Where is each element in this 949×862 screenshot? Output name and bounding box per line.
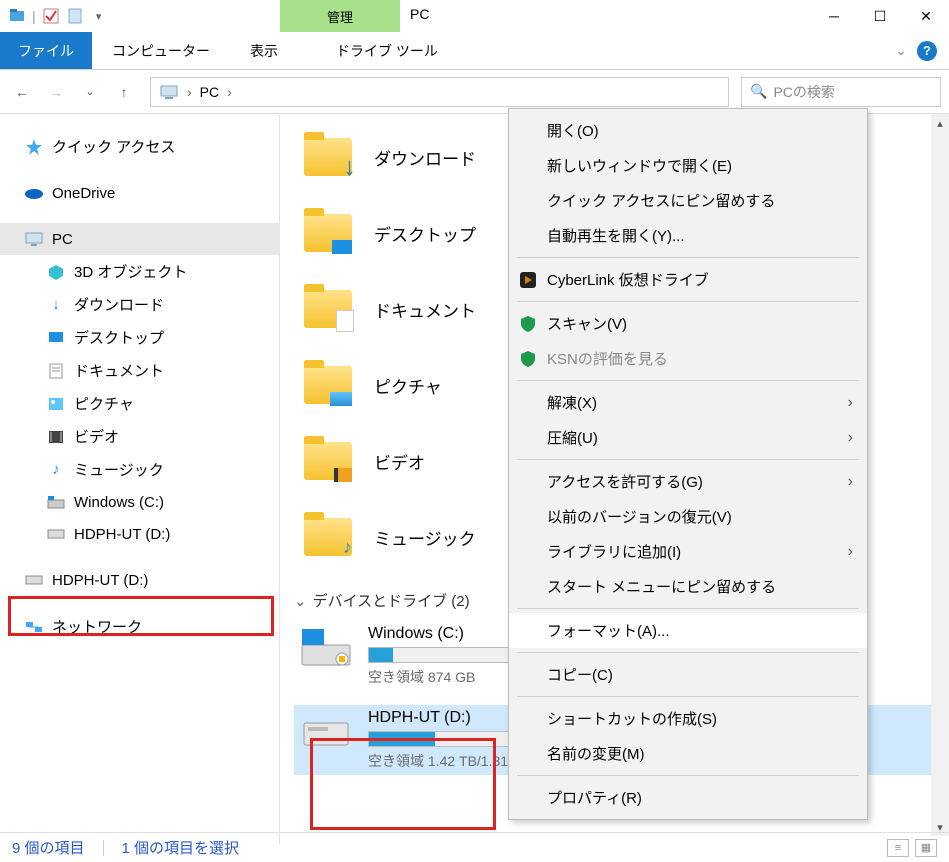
view-icons-button[interactable]: ▦ (915, 839, 937, 857)
ctx-ksn[interactable]: KSNの評価を見る (509, 341, 867, 376)
ctx-compress[interactable]: 圧縮(U)› (509, 420, 867, 455)
chevron-right-icon: › (848, 429, 853, 447)
forward-button[interactable]: → (42, 78, 70, 106)
pictures-icon (46, 394, 66, 414)
video-overlay-icon (334, 468, 352, 482)
ctx-pin-quick-access[interactable]: クイック アクセスにピン留めする (509, 183, 867, 218)
chevron-right-icon: › (848, 543, 853, 561)
shield-green-icon (519, 315, 537, 333)
ctx-pin-start[interactable]: スタート メニューにピン留めする (509, 569, 867, 604)
ctx-thaw[interactable]: 解凍(X)› (509, 385, 867, 420)
ctx-format[interactable]: フォーマット(A)... (509, 613, 867, 648)
tree-quick-access[interactable]: クイック アクセス (0, 130, 279, 163)
music-icon: ♪ (46, 460, 66, 480)
tree-3d-objects[interactable]: 3D オブジェクト (0, 255, 279, 288)
videos-icon (46, 427, 66, 447)
qat-doc-icon[interactable] (66, 7, 84, 25)
tree-drive-c[interactable]: Windows (C:) (0, 486, 279, 518)
qat-overflow-icon[interactable]: ▾ (90, 7, 108, 25)
quick-access-icon (24, 137, 44, 157)
ctx-copy[interactable]: コピー(C) (509, 657, 867, 692)
ctx-new-window[interactable]: 新しいウィンドウで開く(E) (509, 148, 867, 183)
navigation-pane: クイック アクセス OneDrive PC 3D オブジェクト ↓ダウンロード … (0, 114, 280, 844)
ctx-properties[interactable]: プロパティ(R) (509, 780, 867, 815)
shield-green-icon (519, 350, 537, 368)
chevron-right-icon: › (848, 473, 853, 491)
chevron-right-icon: › (848, 394, 853, 412)
view-details-button[interactable]: ≡ (887, 839, 909, 857)
scroll-up-icon[interactable]: ▴ (931, 114, 949, 132)
status-bar: 9 個の項目 1 個の項目を選択 ≡ ▦ (0, 832, 949, 862)
drive-icon (46, 524, 66, 544)
ribbon-tab-computer[interactable]: コンピューター (92, 32, 230, 69)
tree-network[interactable]: ネットワーク (0, 610, 279, 643)
vertical-scrollbar[interactable]: ▴ ▾ (931, 114, 949, 836)
tree-drive-d[interactable]: HDPH-UT (D:) (0, 564, 279, 596)
maximize-button[interactable]: ☐ (857, 0, 903, 32)
chevron-down-icon: ⌄ (294, 592, 307, 610)
ctx-open[interactable]: 開く(O) (509, 113, 867, 148)
tree-desktop[interactable]: デスクトップ (0, 321, 279, 354)
ctx-autoplay[interactable]: 自動再生を開く(Y)... (509, 218, 867, 253)
music-overlay-icon: ♪ (343, 537, 352, 558)
pc-icon (159, 82, 179, 102)
tree-pictures[interactable]: ピクチャ (0, 387, 279, 420)
search-placeholder: PCの検索 (773, 82, 834, 102)
minimize-button[interactable]: ─ (811, 0, 857, 32)
close-button[interactable]: ✕ (903, 0, 949, 32)
titlebar: | ▾ 管理 PC ─ ☐ ✕ (0, 0, 949, 32)
ribbon-expand-icon[interactable]: ⌄ (895, 42, 907, 59)
ribbon-tab-view[interactable]: 表示 (230, 32, 298, 69)
recent-locations-button[interactable]: ⌄ (76, 78, 104, 106)
drive-icon (24, 570, 44, 590)
ribbon-tab-file[interactable]: ファイル (0, 32, 92, 69)
download-icon: ↓ (46, 295, 66, 315)
address-bar[interactable]: › PC › (150, 77, 729, 107)
tree-onedrive[interactable]: OneDrive (0, 177, 279, 209)
tree-downloads[interactable]: ↓ダウンロード (0, 288, 279, 321)
ctx-add-library[interactable]: ライブラリに追加(I)› (509, 534, 867, 569)
tree-documents[interactable]: ドキュメント (0, 354, 279, 387)
explorer-icon (8, 7, 26, 25)
document-overlay-icon (336, 310, 354, 332)
cyberlink-icon (519, 271, 537, 289)
status-item-count: 9 個の項目 (12, 837, 85, 858)
network-icon (24, 617, 44, 637)
3d-icon (46, 262, 66, 282)
desktop-overlay-icon (332, 240, 352, 254)
ctx-cyberlink[interactable]: CyberLink 仮想ドライブ (509, 262, 867, 297)
tree-videos[interactable]: ビデオ (0, 420, 279, 453)
desktop-icon (46, 328, 66, 348)
window-title: PC (410, 6, 429, 22)
ctx-create-shortcut[interactable]: ショートカットの作成(S) (509, 701, 867, 736)
search-box[interactable]: 🔍 PCの検索 (741, 77, 941, 107)
status-selected-count: 1 個の項目を選択 (122, 837, 240, 858)
drive-d-large-icon (298, 709, 354, 753)
help-icon[interactable]: ? (917, 41, 937, 61)
tree-pc[interactable]: PC (0, 223, 279, 255)
ctx-rename[interactable]: 名前の変更(M) (509, 736, 867, 771)
search-icon: 🔍 (750, 83, 767, 100)
onedrive-icon (24, 183, 44, 203)
ctx-scan[interactable]: スキャン(V) (509, 306, 867, 341)
context-menu: 開く(O) 新しいウィンドウで開く(E) クイック アクセスにピン留めする 自動… (508, 108, 868, 820)
download-arrow-icon: ↓ (343, 151, 356, 182)
pc-icon (24, 229, 44, 249)
breadcrumb-pc[interactable]: PC (200, 84, 219, 100)
ribbon-tab-drive-tools[interactable]: ドライブ ツール (316, 32, 458, 69)
back-button[interactable]: ← (8, 78, 36, 106)
drive-c-large-icon (298, 625, 354, 669)
tree-drive-d-sub[interactable]: HDPH-UT (D:) (0, 518, 279, 550)
up-button[interactable]: ↑ (110, 78, 138, 106)
ctx-restore-previous[interactable]: 以前のバージョンの復元(V) (509, 499, 867, 534)
picture-overlay-icon (330, 392, 352, 406)
ctx-grant-access[interactable]: アクセスを許可する(G)› (509, 464, 867, 499)
drive-c-icon (46, 492, 66, 512)
qat-checkbox-icon[interactable] (42, 7, 60, 25)
ribbon: ファイル コンピューター 表示 ドライブ ツール ⌄ ? (0, 32, 949, 70)
documents-icon (46, 361, 66, 381)
contextual-tab-manage[interactable]: 管理 (280, 0, 400, 32)
tree-music[interactable]: ♪ミュージック (0, 453, 279, 486)
